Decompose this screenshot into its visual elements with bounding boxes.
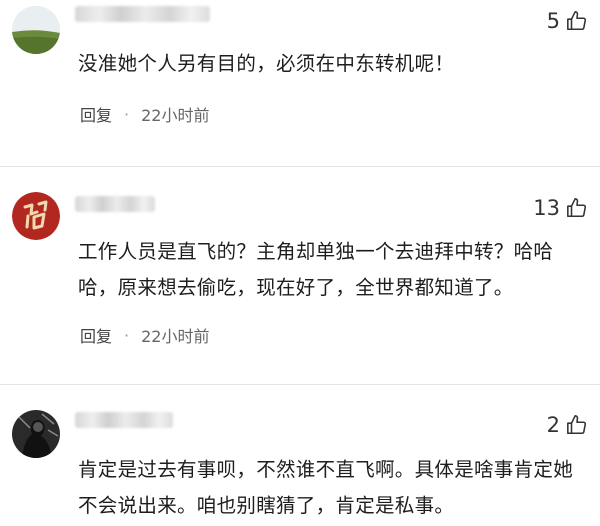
avatar[interactable] [12, 6, 60, 54]
username-blurred[interactable] [75, 412, 173, 428]
reply-button[interactable]: 回复 [80, 102, 112, 126]
comment-meta: 回复 · 22小时前 [80, 323, 209, 347]
like-button[interactable]: 5 [547, 6, 588, 36]
comment-text: 工作人员是直飞的？主角却单独一个去迪拜中转？哈哈哈，原来想去偷吃，现在好了，全世… [78, 240, 554, 299]
thumbs-up-icon [567, 415, 587, 435]
separator-dot: · [124, 104, 130, 124]
comment-item-2: 13 工作人员是直飞的？主角却单独一个去迪拜中转？哈哈哈，原来想去偷吃，现在好了… [0, 180, 600, 360]
thumbs-up-icon [567, 11, 587, 31]
like-button[interactable]: 2 [547, 410, 588, 440]
comment-meta: 回复 · 22小时前 [80, 102, 209, 126]
avatar[interactable] [12, 410, 60, 458]
comment-item-1: 5 没准她个人另有目的，必须在中东转机呢！ 回复 · 22小时前 [0, 0, 600, 160]
like-count: 13 [533, 196, 560, 220]
divider [0, 384, 600, 385]
timestamp: 22小时前 [141, 327, 210, 346]
like-button[interactable]: 13 [533, 193, 588, 223]
like-count: 2 [546, 413, 560, 437]
reply-button[interactable]: 回复 [80, 323, 112, 347]
thumbs-up-icon [567, 198, 587, 218]
avatar[interactable] [12, 192, 60, 240]
like-count: 5 [546, 9, 560, 33]
username-blurred[interactable] [75, 196, 155, 212]
comment-item-3: 2 肯定是过去有事呗，不然谁不直飞啊。具体是啥事肯定她不会说出来。咱也别瞎猜了，… [0, 400, 600, 526]
comment-text: 没准她个人另有目的，必须在中东转机呢！ [78, 52, 455, 75]
comment-text: 肯定是过去有事呗，不然谁不直飞啊。具体是啥事肯定她不会说出来。咱也别瞎猜了，肯定… [78, 458, 574, 517]
timestamp: 22小时前 [141, 106, 210, 125]
separator-dot: · [124, 325, 130, 345]
divider [0, 166, 600, 167]
username-blurred[interactable] [75, 6, 210, 22]
